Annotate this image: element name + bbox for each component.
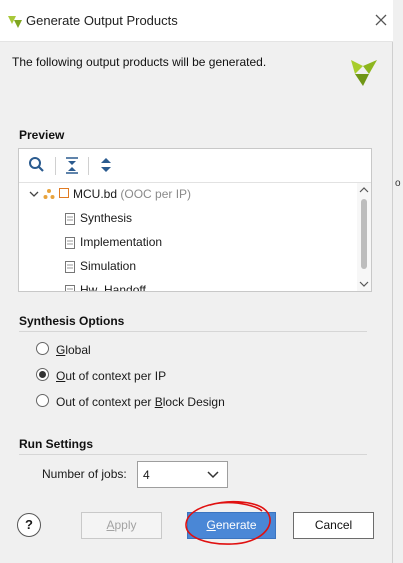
tree-item-implementation[interactable]: Implementation xyxy=(65,231,162,253)
apply-button[interactable]: Apply xyxy=(81,512,162,539)
scroll-up-icon[interactable] xyxy=(359,185,369,195)
collapse-all-icon[interactable] xyxy=(62,155,82,175)
tree-item-synthesis[interactable]: Synthesis xyxy=(65,207,132,229)
vivado-logo-icon xyxy=(351,60,377,86)
help-button[interactable]: ? xyxy=(17,513,41,537)
run-settings-title: Run Settings xyxy=(19,437,93,451)
divider xyxy=(19,331,367,332)
generate-button[interactable]: Generate xyxy=(187,512,276,539)
scrollbar-thumb[interactable] xyxy=(361,199,367,269)
title-bar: Generate Output Products xyxy=(0,0,393,42)
window-title: Generate Output Products xyxy=(26,13,178,28)
divider xyxy=(19,454,367,455)
expand-all-icon[interactable] xyxy=(96,155,116,175)
description-text: The following output products will be ge… xyxy=(12,55,267,69)
vivado-app-icon xyxy=(8,16,22,28)
ooc-marker-icon xyxy=(59,188,69,198)
preview-title: Preview xyxy=(19,128,65,142)
tree-root-label: MCU.bd xyxy=(73,187,118,201)
chevron-down-icon[interactable] xyxy=(207,470,219,480)
synthesis-options-title: Synthesis Options xyxy=(19,314,125,328)
cancel-button[interactable]: Cancel xyxy=(293,512,374,539)
search-icon[interactable] xyxy=(27,155,47,175)
number-of-jobs-select[interactable]: 4 xyxy=(137,461,228,488)
generate-output-products-dialog: Generate Output Products The following o… xyxy=(0,0,393,563)
background-window-strip: o xyxy=(393,0,403,563)
radio-label-ooc-per-bd: Out of context per Block Design xyxy=(56,395,225,409)
radio-label-global: Global xyxy=(56,343,91,357)
tree-root-suffix: (OOC per IP) xyxy=(120,187,192,201)
chevron-down-icon[interactable] xyxy=(29,190,39,198)
jobs-value: 4 xyxy=(143,468,150,482)
radio-label-ooc-per-ip: Out of context per IP xyxy=(56,369,167,383)
preview-tree: MCU.bd (OOC per IP) Synthesis Implementa… xyxy=(19,183,357,291)
preview-panel: MCU.bd (OOC per IP) Synthesis Implementa… xyxy=(18,148,372,292)
scroll-down-icon[interactable] xyxy=(359,279,369,289)
tree-item-simulation[interactable]: Simulation xyxy=(65,255,136,277)
document-icon xyxy=(65,212,75,225)
close-icon[interactable] xyxy=(371,10,391,30)
preview-toolbar xyxy=(19,149,371,183)
radio-button[interactable] xyxy=(36,394,49,407)
number-of-jobs-label: Number of jobs: xyxy=(42,467,127,481)
document-icon xyxy=(65,236,75,249)
radio-button[interactable] xyxy=(36,342,49,355)
tree-item-hw-handoff[interactable]: Hw_Handoff xyxy=(65,279,146,291)
preview-scrollbar[interactable] xyxy=(357,183,371,291)
radio-button-selected[interactable] xyxy=(36,368,49,381)
document-icon xyxy=(65,260,75,273)
document-icon xyxy=(65,284,75,291)
block-design-icon xyxy=(43,189,55,199)
